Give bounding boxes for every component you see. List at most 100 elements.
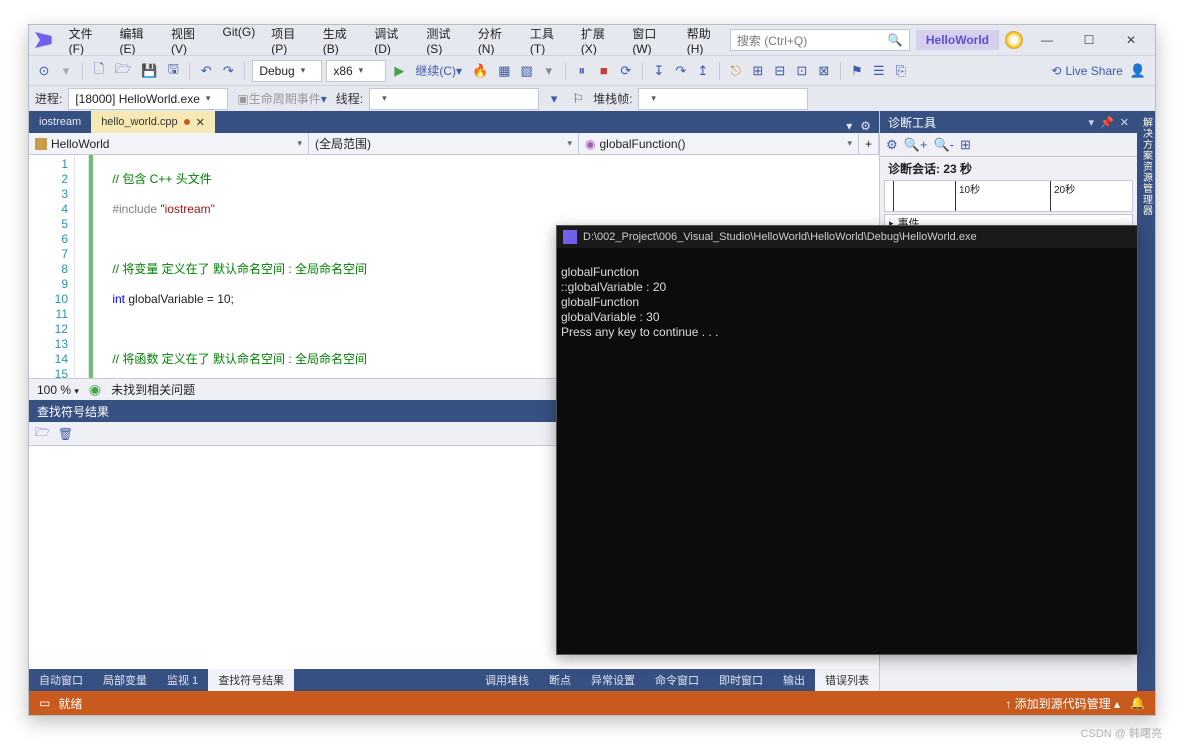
start-debug-button[interactable]: ▶ <box>390 60 408 82</box>
gear-icon[interactable]: ⚙ <box>860 119 871 133</box>
continue-button[interactable]: 继续(C) ▾ <box>412 60 465 82</box>
console-title-text: D:\002_Project\006_Visual_Studio\HelloWo… <box>583 231 977 243</box>
menu-window[interactable]: 窗口(W) <box>625 21 677 60</box>
menu-tools[interactable]: 工具(T) <box>523 21 572 60</box>
thread-combo[interactable]: ▾ <box>369 88 539 110</box>
feedback-icon[interactable] <box>1005 31 1023 49</box>
nav-function[interactable]: ◉globalFunction()▾ <box>579 133 859 154</box>
nav-back-icon[interactable]: ⊙ <box>35 60 53 82</box>
tool-icon-8[interactable]: ☰ <box>870 60 888 82</box>
maximize-button[interactable]: ☐ <box>1071 26 1107 54</box>
bottom-tab-strip: 自动窗口 局部变量 监视 1 查找符号结果 调用堆栈 断点 异常设置 命令窗口 … <box>29 669 879 691</box>
zoom-level[interactable]: 100 % ▾ <box>37 383 79 397</box>
close-button[interactable]: ✕ <box>1113 26 1149 54</box>
issues-text: 未找到相关问题 <box>111 381 195 398</box>
tab-find-results[interactable]: 查找符号结果 <box>208 669 294 691</box>
tool-icon-2[interactable]: ▧ <box>518 60 536 82</box>
tab-errorlist[interactable]: 错误列表 <box>815 669 879 691</box>
thread-icon[interactable]: ▾ <box>545 88 563 110</box>
tool-icon-9[interactable]: ⎘ <box>892 60 910 82</box>
dropdown-icon[interactable]: ▾ <box>846 119 852 133</box>
tab-locals[interactable]: 局部变量 <box>93 669 157 691</box>
menu-help[interactable]: 帮助(H) <box>680 21 730 60</box>
chevron-down-icon[interactable]: ▾ <box>1089 116 1095 129</box>
flag-icon[interactable]: ⚐ <box>569 88 587 110</box>
menu-git[interactable]: Git(G) <box>216 21 263 60</box>
tool-icon-7[interactable]: ⊠ <box>815 60 833 82</box>
tab-autos[interactable]: 自动窗口 <box>29 669 93 691</box>
tool-icon-5[interactable]: ⊟ <box>771 60 789 82</box>
tool-icon-3[interactable]: ⎋ <box>727 60 745 82</box>
console-window[interactable]: D:\002_Project\006_Visual_Studio\HelloWo… <box>556 225 1138 655</box>
dropdown-icon[interactable]: ▾ <box>540 60 558 82</box>
menu-project[interactable]: 项目(P) <box>264 21 314 60</box>
undo-icon[interactable]: ↶ <box>197 60 215 82</box>
nav-scope[interactable]: (全局范围)▾ <box>309 133 579 154</box>
console-titlebar[interactable]: D:\002_Project\006_Visual_Studio\HelloWo… <box>557 226 1137 248</box>
restart-icon[interactable]: ⟳ <box>617 60 635 82</box>
tab-watch1[interactable]: 监视 1 <box>157 669 208 691</box>
nav-plus-icon[interactable]: + <box>859 133 879 154</box>
timeline-ruler[interactable]: 10秒 20秒 <box>884 180 1133 212</box>
menu-view[interactable]: 视图(V) <box>164 21 214 60</box>
live-share-button[interactable]: ⟲Live Share <box>1051 64 1122 78</box>
solution-explorer-strip[interactable]: 解决方案资源管理器 <box>1137 111 1155 691</box>
tool-icon-1[interactable]: ▦ <box>495 60 513 82</box>
step-into-icon[interactable]: ↧ <box>650 60 668 82</box>
menu-edit[interactable]: 编辑(E) <box>113 21 163 60</box>
lifecycle-combo[interactable]: ▣ 生命周期事件 ▾ <box>234 88 329 110</box>
menu-extensions[interactable]: 扩展(X) <box>574 21 624 60</box>
zoom-in-icon[interactable]: 🔍+ <box>904 137 928 153</box>
reset-icon[interactable]: ⊞ <box>960 137 971 153</box>
nav-project[interactable]: HelloWorld▾ <box>29 133 309 154</box>
watermark-text: CSDN @ 韩曙亮 <box>1081 725 1162 741</box>
bookmark-icon[interactable]: ⚑ <box>848 60 866 82</box>
menu-test[interactable]: 测试(S) <box>419 21 469 60</box>
tab-iostream[interactable]: iostream <box>29 111 91 133</box>
tab-breakpoints[interactable]: 断点 <box>539 669 581 691</box>
nav-fwd-icon[interactable]: ▾ <box>57 60 75 82</box>
new-file-icon[interactable]: 🗋 <box>90 60 108 82</box>
minimize-button[interactable]: — <box>1029 26 1065 54</box>
open-file-icon[interactable]: 🗁 <box>112 60 134 82</box>
account-icon[interactable]: 👤 <box>1127 60 1149 82</box>
tab-output[interactable]: 输出 <box>773 669 815 691</box>
panel-close-icon[interactable]: ✕ <box>1120 116 1129 129</box>
tab-close-icon[interactable]: ✕ <box>196 116 205 129</box>
folder-open-icon[interactable]: 🗁 <box>35 423 50 444</box>
console-output: globalFunction::globalVariable : 20globa… <box>557 248 1137 654</box>
hot-reload-icon[interactable]: 🔥 <box>469 60 491 82</box>
clear-icon[interactable]: 🗑 <box>58 427 73 441</box>
step-over-icon[interactable]: ↷ <box>672 60 690 82</box>
tab-immediate[interactable]: 即时窗口 <box>709 669 773 691</box>
search-input[interactable]: 搜索 (Ctrl+Q) 🔍 <box>730 29 910 51</box>
platform-combo[interactable]: x86▾ <box>326 60 386 82</box>
save-all-icon[interactable]: 🖫 <box>164 60 182 82</box>
menu-file[interactable]: 文件(F) <box>62 21 111 60</box>
tool-icon-4[interactable]: ⊞ <box>749 60 767 82</box>
menu-analyze[interactable]: 分析(N) <box>471 21 521 60</box>
config-combo[interactable]: Debug▾ <box>252 60 322 82</box>
process-combo[interactable]: [18000] HelloWorld.exe▾ <box>68 88 228 110</box>
tab-exceptions[interactable]: 异常设置 <box>581 669 645 691</box>
scm-button[interactable]: ↑ 添加到源代码管理 ▴ <box>1005 695 1120 712</box>
tab-hello-world[interactable]: hello_world.cpp✕ <box>91 111 215 133</box>
stackframe-combo[interactable]: ▾ <box>638 88 808 110</box>
notifications-icon[interactable]: 🔔 <box>1130 696 1145 710</box>
stop-icon[interactable]: ■ <box>595 60 613 82</box>
redo-icon[interactable]: ↷ <box>219 60 237 82</box>
save-icon[interactable]: 💾 <box>138 60 160 82</box>
menu-debug[interactable]: 调试(D) <box>367 21 417 60</box>
pin-icon[interactable]: 📌 <box>1100 116 1114 129</box>
zoom-out-icon[interactable]: 🔍- <box>933 137 954 153</box>
gear-icon[interactable]: ⚙ <box>886 137 898 153</box>
diagnostics-header: 诊断工具 ▾📌✕ <box>880 111 1137 133</box>
main-menu: 文件(F) 编辑(E) 视图(V) Git(G) 项目(P) 生成(B) 调试(… <box>62 21 730 60</box>
tab-callstack[interactable]: 调用堆栈 <box>475 669 539 691</box>
tool-icon-6[interactable]: ⊡ <box>793 60 811 82</box>
pause-icon[interactable]: ⏸ <box>573 60 591 82</box>
step-out-icon[interactable]: ↥ <box>694 60 712 82</box>
tab-command[interactable]: 命令窗口 <box>645 669 709 691</box>
menu-build[interactable]: 生成(B) <box>316 21 366 60</box>
line-numbers: 1234567891011121314151617181920212223242… <box>29 155 75 378</box>
